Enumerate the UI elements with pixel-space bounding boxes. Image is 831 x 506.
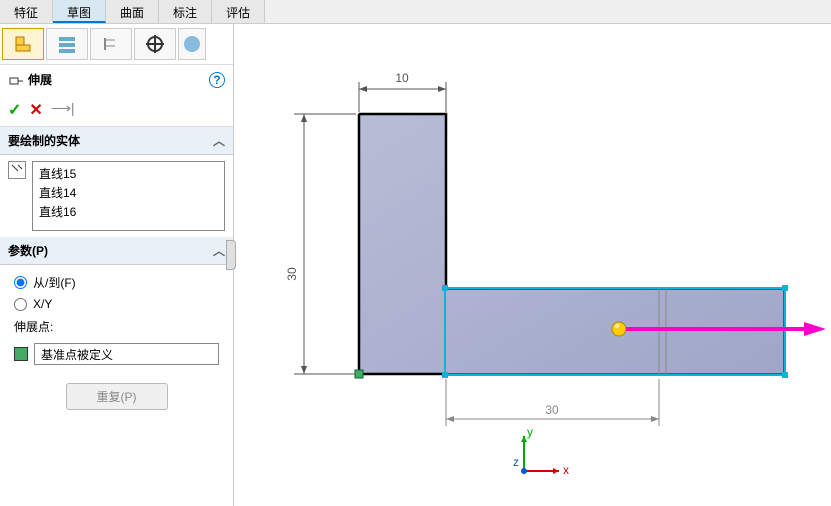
- chevron-up-icon[interactable]: ︿: [213, 132, 225, 149]
- view-triad[interactable]: x y z: [509, 426, 569, 486]
- radio-fromto-label: 从/到(F): [33, 274, 76, 291]
- base-point-input[interactable]: [34, 343, 219, 365]
- panel-mode-row: [0, 24, 233, 65]
- feature-manager-icon[interactable]: [2, 28, 44, 60]
- action-row: ✓ ✕ ⟶|: [0, 94, 233, 127]
- cancel-button[interactable]: ✕: [29, 100, 42, 120]
- tab-surface[interactable]: 曲面: [106, 0, 159, 23]
- list-item[interactable]: 直线15: [35, 164, 222, 183]
- panel-collapse-toggle[interactable]: [226, 240, 236, 270]
- property-manager-icon[interactable]: [46, 28, 88, 60]
- graphics-area[interactable]: 10 30 30 x y z: [234, 24, 831, 506]
- section-params-label: 参数(P): [8, 242, 48, 259]
- feature-title-text: 伸展: [28, 71, 52, 88]
- selection-filter-icon[interactable]: [8, 161, 26, 179]
- extend-icon: [8, 72, 24, 88]
- list-item[interactable]: 直线14: [35, 183, 222, 202]
- svg-text:30: 30: [285, 267, 299, 281]
- radio-fromto[interactable]: [14, 276, 27, 289]
- command-tabs: 特征 草图 曲面 标注 评估: [0, 0, 831, 24]
- feature-header: 伸展 ?: [0, 65, 233, 94]
- pin-button[interactable]: ⟶|: [51, 100, 75, 120]
- tab-evaluate[interactable]: 评估: [212, 0, 265, 23]
- params-body: 从/到(F) X/Y 伸展点: 重复(P): [0, 265, 233, 430]
- svg-text:z: z: [513, 455, 519, 469]
- config-manager-icon[interactable]: [90, 28, 132, 60]
- tab-sketch[interactable]: 草图: [53, 0, 106, 23]
- ok-button[interactable]: ✓: [8, 100, 21, 120]
- section-entities-header[interactable]: 要绘制的实体 ︿: [0, 127, 233, 155]
- help-icon[interactable]: ?: [209, 72, 225, 88]
- radio-fromto-row: 从/到(F): [14, 271, 219, 294]
- property-panel: 伸展 ? ✓ ✕ ⟶| 要绘制的实体 ︿ 直线15 直线14 直线16 参数(P…: [0, 24, 234, 506]
- radio-xy[interactable]: [14, 298, 27, 311]
- list-item[interactable]: 直线16: [35, 202, 222, 221]
- radio-xy-label: X/Y: [33, 297, 52, 311]
- svg-text:y: y: [527, 426, 533, 439]
- base-point-row: [14, 339, 219, 369]
- section-params-header[interactable]: 参数(P) ︿: [0, 237, 233, 265]
- svg-text:10: 10: [395, 71, 409, 85]
- entities-row: 直线15 直线14 直线16: [0, 155, 233, 237]
- chevron-up-icon[interactable]: ︿: [213, 242, 225, 259]
- radio-xy-row: X/Y: [14, 294, 219, 314]
- section-entities-label: 要绘制的实体: [8, 132, 80, 149]
- more-panels-icon[interactable]: [178, 28, 206, 60]
- entity-list[interactable]: 直线15 直线14 直线16: [32, 161, 225, 231]
- dimxpert-icon[interactable]: [134, 28, 176, 60]
- tab-annotation[interactable]: 标注: [159, 0, 212, 23]
- tab-feature[interactable]: 特征: [0, 0, 53, 23]
- repeat-button[interactable]: 重复(P): [66, 383, 168, 410]
- svg-text:x: x: [563, 463, 569, 477]
- extend-point-label: 伸展点:: [14, 314, 219, 339]
- svg-text:30: 30: [545, 403, 559, 417]
- point-color-icon: [14, 347, 28, 361]
